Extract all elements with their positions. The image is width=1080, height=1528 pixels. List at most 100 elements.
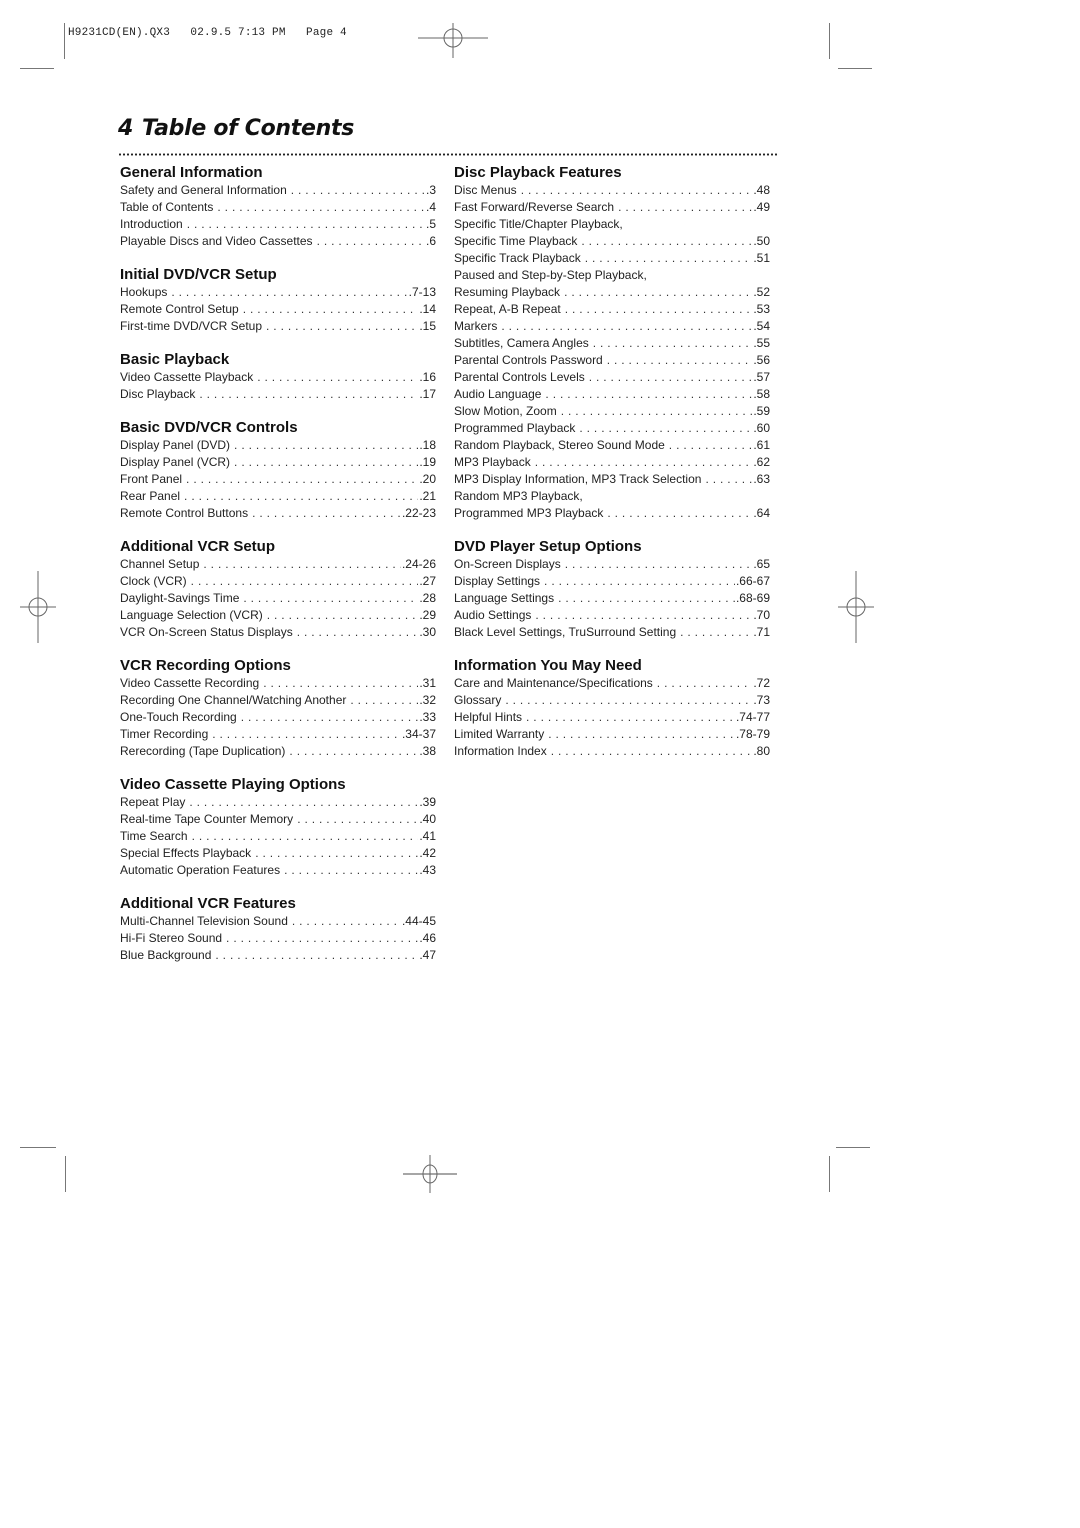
- toc-entry[interactable]: Fast Forward/Reverse Search .49: [454, 199, 770, 216]
- toc-section-additional-vcr-features: Additional VCR Features Multi-Channel Tel…: [120, 894, 436, 964]
- toc-entry[interactable]: Random Playback, Stereo Sound Mode .61: [454, 437, 770, 454]
- dot-leader: [535, 607, 752, 624]
- toc-entry[interactable]: One-Touch Recording .33: [120, 709, 436, 726]
- toc-entry[interactable]: Parental Controls Levels .57: [454, 369, 770, 386]
- entry-page-number: .63: [753, 472, 770, 486]
- toc-entry[interactable]: Remote Control Buttons .22-23: [120, 505, 436, 522]
- toc-entry[interactable]: First-time DVD/VCR Setup .15: [120, 318, 436, 335]
- toc-entry[interactable]: Parental Controls Password .56: [454, 352, 770, 369]
- dot-leader: [199, 386, 418, 403]
- toc-entry[interactable]: Helpful Hints .74-77: [454, 709, 770, 726]
- toc-entry[interactable]: Language Settings .68-69: [454, 590, 770, 607]
- toc-entry[interactable]: Subtitles, Camera Angles .55: [454, 335, 770, 352]
- toc-entry[interactable]: MP3 Display Information, MP3 Track Selec…: [454, 471, 770, 488]
- toc-left-column: General Information Safety and General In…: [120, 163, 436, 979]
- toc-entry[interactable]: Glossary .73: [454, 692, 770, 709]
- toc-entry[interactable]: Display Panel (DVD) .18: [120, 437, 436, 454]
- toc-entry[interactable]: Video Cassette Playback .16: [120, 369, 436, 386]
- toc-entry[interactable]: Programmed MP3 Playback .64: [454, 505, 770, 522]
- toc-entry[interactable]: Hookups .7-13: [120, 284, 436, 301]
- toc-entry[interactable]: Daylight-Savings Time .28: [120, 590, 436, 607]
- toc-entry[interactable]: Specific Track Playback .51: [454, 250, 770, 267]
- toc-entry[interactable]: Audio Language .58: [454, 386, 770, 403]
- toc-entry[interactable]: Special Effects Playback .42: [120, 845, 436, 862]
- toc-entry[interactable]: Hi-Fi Stereo Sound .46: [120, 930, 436, 947]
- dot-leader: [544, 573, 735, 590]
- section-heading: Additional VCR Features: [120, 895, 296, 912]
- toc-entry[interactable]: Time Search .41: [120, 828, 436, 845]
- toc-entry[interactable]: Specific Time Playback .50: [454, 233, 770, 250]
- section-heading: Basic Playback: [120, 351, 230, 368]
- toc-entry[interactable]: Black Level Settings, TruSurround Settin…: [454, 624, 770, 641]
- toc-entry[interactable]: Remote Control Setup .14: [120, 301, 436, 318]
- dot-leader: [505, 692, 752, 709]
- toc-entry[interactable]: Multi-Channel Television Sound .44-45: [120, 913, 436, 930]
- toc-section-disc-playback-features: Disc Playback Features Disc Menus .48 Fast …: [454, 163, 770, 522]
- toc-entry[interactable]: Information Index .80: [454, 743, 770, 760]
- entry-page-number: .30: [419, 625, 436, 639]
- toc-entry[interactable]: Repeat, A-B Repeat .53: [454, 301, 770, 318]
- toc-entry[interactable]: Paused and Step-by-Step Playback,: [454, 267, 770, 284]
- toc-entry[interactable]: Automatic Operation Features .43: [120, 862, 436, 879]
- dot-leader: [186, 471, 418, 488]
- toc-entry[interactable]: Display Settings .66-67: [454, 573, 770, 590]
- toc-entry[interactable]: Rerecording (Tape Duplication) .38: [120, 743, 436, 760]
- toc-entry[interactable]: Clock (VCR) .27: [120, 573, 436, 590]
- toc-entry[interactable]: Disc Menus .48: [454, 182, 770, 199]
- printer-slug: H9231CD(EN).QX3 02.9.5 7:13 PM Page 4: [68, 27, 347, 39]
- entry-page-number: .38: [419, 744, 436, 758]
- toc-entry[interactable]: Programmed Playback .60: [454, 420, 770, 437]
- toc-entry[interactable]: MP3 Playback .62: [454, 454, 770, 471]
- toc-entry[interactable]: Care and Maintenance/Specifications .72: [454, 675, 770, 692]
- toc-entry[interactable]: Limited Warranty .78-79: [454, 726, 770, 743]
- entry-page-number: .58: [753, 387, 770, 401]
- entry-page-number: .53: [753, 302, 770, 316]
- entry-label: On-Screen Displays: [454, 557, 561, 571]
- toc-entry[interactable]: On-Screen Displays .65: [454, 556, 770, 573]
- toc-entry[interactable]: Real-time Tape Counter Memory .40: [120, 811, 436, 828]
- toc-entry[interactable]: VCR On-Screen Status Displays .30: [120, 624, 436, 641]
- toc-entry[interactable]: Video Cassette Recording .31: [120, 675, 436, 692]
- entry-page-number: .17: [419, 387, 436, 401]
- toc-entry[interactable]: Random MP3 Playback,: [454, 488, 770, 505]
- dot-leader: [266, 318, 418, 335]
- toc-entry[interactable]: Slow Motion, Zoom .59: [454, 403, 770, 420]
- entry-label: Recording One Channel/Watching Another: [120, 693, 347, 707]
- toc-entry[interactable]: Specific Title/Chapter Playback,: [454, 216, 770, 233]
- entry-label: Programmed MP3 Playback: [454, 506, 604, 520]
- dot-leader: [618, 199, 752, 216]
- entry-label: Introduction: [120, 217, 183, 231]
- entry-label: Subtitles, Camera Angles: [454, 336, 589, 350]
- entry-page-number: .44-45: [401, 914, 436, 928]
- toc-entry[interactable]: Disc Playback .17: [120, 386, 436, 403]
- section-heading: General Information: [120, 164, 263, 181]
- toc-entry[interactable]: Display Panel (VCR) .19: [120, 454, 436, 471]
- toc-entry[interactable]: Playable Discs and Video Cassettes .6: [120, 233, 436, 250]
- entry-page-number: .41: [419, 829, 436, 843]
- entry-page-number: .59: [753, 404, 770, 418]
- registration-mark-icon: [418, 23, 488, 58]
- dot-leader: [292, 913, 401, 930]
- toc-entry[interactable]: Markers .54: [454, 318, 770, 335]
- toc-entry[interactable]: Recording One Channel/Watching Another .3…: [120, 692, 436, 709]
- dot-leader: [171, 284, 407, 301]
- toc-entry[interactable]: Audio Settings .70: [454, 607, 770, 624]
- toc-entry[interactable]: Blue Background .47: [120, 947, 436, 964]
- toc-entry[interactable]: Resuming Playback .52: [454, 284, 770, 301]
- entry-label: Limited Warranty: [454, 727, 545, 741]
- toc-entry[interactable]: Repeat Play .39: [120, 794, 436, 811]
- toc-entry[interactable]: Channel Setup .24-26: [120, 556, 436, 573]
- dot-leader: [551, 743, 753, 760]
- dot-leader: [581, 233, 752, 250]
- toc-entry[interactable]: Introduction .5: [120, 216, 436, 233]
- dot-leader: [215, 947, 418, 964]
- toc-entry[interactable]: Front Panel .20: [120, 471, 436, 488]
- toc-entry[interactable]: Language Selection (VCR) .29: [120, 607, 436, 624]
- toc-entry[interactable]: Rear Panel .21: [120, 488, 436, 505]
- section-heading: VCR Recording Options: [120, 657, 291, 674]
- toc-entry[interactable]: Table of Contents .4: [120, 199, 436, 216]
- toc-entry[interactable]: Timer Recording .34-37: [120, 726, 436, 743]
- entry-page-number: .52: [753, 285, 770, 299]
- dot-leader: [607, 505, 752, 522]
- toc-entry[interactable]: Safety and General Information .3: [120, 182, 436, 199]
